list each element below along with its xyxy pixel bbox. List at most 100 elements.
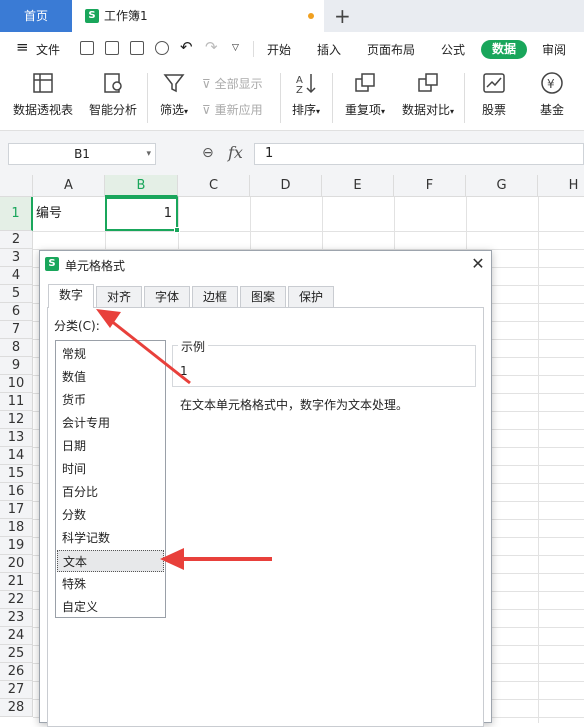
formula-bar: B1 ▾ ⊖ fx 1 — [0, 131, 584, 175]
dialog-tab-number[interactable]: 数字 — [48, 284, 95, 308]
tab-data[interactable]: 数据 — [481, 40, 527, 59]
cell-a1[interactable]: 编号 — [36, 202, 62, 221]
column-header-a[interactable]: A — [33, 175, 105, 197]
column-header-f[interactable]: F — [394, 175, 466, 197]
formula-input[interactable]: 1 — [254, 143, 584, 165]
tab-review[interactable]: 审阅 — [542, 41, 566, 58]
row-header-3[interactable]: 3 — [0, 249, 33, 267]
tab-formula[interactable]: 公式 — [441, 41, 465, 58]
category-item-text[interactable]: 文本 — [57, 550, 164, 572]
column-header-e[interactable]: E — [322, 175, 394, 197]
row-header-19[interactable]: 19 — [0, 537, 33, 555]
category-list[interactable]: 常规 数值 货币 会计专用 日期 时间 百分比 分数 科学记数 文本 特殊 自定… — [55, 340, 166, 618]
row-header-1[interactable]: 1 — [0, 197, 33, 231]
row-header-8[interactable]: 8 — [0, 339, 33, 357]
close-icon[interactable]: ✕ — [468, 253, 488, 275]
row-header-26[interactable]: 26 — [0, 663, 33, 681]
reapply-button[interactable]: ⊽ 重新应用 — [202, 101, 263, 118]
name-box[interactable]: B1 ▾ — [8, 143, 156, 165]
select-all-corner[interactable] — [0, 175, 33, 197]
zoom-search-icon[interactable]: ⊖ — [202, 145, 214, 161]
row-header-25[interactable]: 25 — [0, 645, 33, 663]
redo-icon[interactable]: ↷ — [205, 38, 218, 56]
row-header-7[interactable]: 7 — [0, 321, 33, 339]
hamburger-menu-icon[interactable]: ≡ — [16, 38, 29, 56]
sample-value: 1 — [180, 364, 188, 378]
show-all-button[interactable]: ⊽ 全部显示 — [202, 75, 263, 92]
ribbon-divider — [464, 73, 465, 123]
data-compare-button[interactable]: 数据对比▾ — [398, 71, 458, 118]
sort-button[interactable]: AZ 排序▾ — [286, 71, 326, 118]
column-header-c[interactable]: C — [178, 175, 250, 197]
category-item-special[interactable]: 特殊 — [57, 573, 164, 595]
filter-button[interactable]: 筛选▾ — [154, 71, 194, 118]
row-header-24[interactable]: 24 — [0, 627, 33, 645]
row-header-6[interactable]: 6 — [0, 303, 33, 321]
fx-icon[interactable]: fx — [228, 143, 243, 162]
pivot-table-button[interactable]: 数据透视表 — [10, 71, 76, 118]
category-item-currency[interactable]: 货币 — [57, 389, 164, 411]
smart-analysis-button[interactable]: 智能分析 — [86, 71, 140, 118]
row-header-10[interactable]: 10 — [0, 375, 33, 393]
row-header-4[interactable]: 4 — [0, 267, 33, 285]
category-item-accounting[interactable]: 会计专用 — [57, 412, 164, 434]
row-header-28[interactable]: 28 — [0, 699, 33, 717]
stock-button[interactable]: 股票 — [468, 71, 520, 118]
column-header-g[interactable]: G — [466, 175, 538, 197]
file-menu[interactable]: 文件 — [36, 41, 60, 58]
save-icon[interactable] — [80, 41, 94, 55]
fill-handle[interactable] — [174, 227, 180, 233]
dialog-title: 单元格格式 — [65, 259, 126, 273]
dialog-tab-alignment[interactable]: 对齐 — [96, 286, 143, 308]
quick-access-dropdown-icon[interactable]: ▽ — [232, 43, 239, 53]
category-item-date[interactable]: 日期 — [57, 435, 164, 457]
dialog-tab-font[interactable]: 字体 — [144, 286, 191, 308]
duplicates-button[interactable]: 重复项▾ — [338, 71, 392, 118]
row-header-2[interactable]: 2 — [0, 231, 33, 249]
column-header-b[interactable]: B — [105, 175, 178, 197]
row-header-16[interactable]: 16 — [0, 483, 33, 501]
category-item-number[interactable]: 数值 — [57, 366, 164, 388]
row-header-13[interactable]: 13 — [0, 429, 33, 447]
row-header-20[interactable]: 20 — [0, 555, 33, 573]
column-header-h[interactable]: H — [538, 175, 584, 197]
name-box-dropdown-icon[interactable]: ▾ — [146, 144, 151, 164]
row-header-18[interactable]: 18 — [0, 519, 33, 537]
tab-start[interactable]: 开始 — [267, 41, 291, 58]
tab-insert[interactable]: 插入 — [317, 41, 341, 58]
dialog-tab-pattern[interactable]: 图案 — [240, 286, 287, 308]
category-item-custom[interactable]: 自定义 — [57, 596, 164, 618]
tab-home[interactable]: 首页 — [0, 0, 72, 32]
column-header-d[interactable]: D — [250, 175, 322, 197]
category-item-time[interactable]: 时间 — [57, 458, 164, 480]
row-header-14[interactable]: 14 — [0, 447, 33, 465]
row-header-15[interactable]: 15 — [0, 465, 33, 483]
category-item-general[interactable]: 常规 — [57, 343, 164, 365]
row-header-9[interactable]: 9 — [0, 357, 33, 375]
row-header-17[interactable]: 17 — [0, 501, 33, 519]
row-header-23[interactable]: 23 — [0, 609, 33, 627]
new-tab-button[interactable]: + — [334, 4, 354, 28]
format-cells-dialog: S 单元格格式 ✕ 数字 对齐 字体 边框 图案 保护 分类(C): 常规 数值… — [39, 250, 492, 727]
print-icon[interactable] — [130, 41, 144, 55]
row-header-12[interactable]: 12 — [0, 411, 33, 429]
dialog-title-bar[interactable]: S 单元格格式 ✕ — [40, 251, 491, 277]
fund-button[interactable]: ¥ 基金 — [526, 71, 578, 118]
print-preview-icon[interactable] — [155, 41, 169, 55]
category-item-scientific[interactable]: 科学记数 — [57, 527, 164, 549]
workbook-tab-label: 工作簿1 — [104, 9, 148, 23]
tab-page-layout[interactable]: 页面布局 — [367, 41, 415, 58]
dialog-tab-border[interactable]: 边框 — [192, 286, 239, 308]
tab-workbook[interactable]: S 工作簿1 — [72, 0, 324, 32]
export-icon[interactable] — [105, 41, 119, 55]
dialog-tab-protection[interactable]: 保护 — [288, 286, 335, 308]
category-item-fraction[interactable]: 分数 — [57, 504, 164, 526]
undo-icon[interactable]: ↶ — [180, 38, 193, 56]
cell-b1-selected[interactable]: 1 — [105, 197, 180, 233]
row-header-27[interactable]: 27 — [0, 681, 33, 699]
row-header-22[interactable]: 22 — [0, 591, 33, 609]
row-header-11[interactable]: 11 — [0, 393, 33, 411]
row-header-21[interactable]: 21 — [0, 573, 33, 591]
category-item-percentage[interactable]: 百分比 — [57, 481, 164, 503]
row-header-5[interactable]: 5 — [0, 285, 33, 303]
